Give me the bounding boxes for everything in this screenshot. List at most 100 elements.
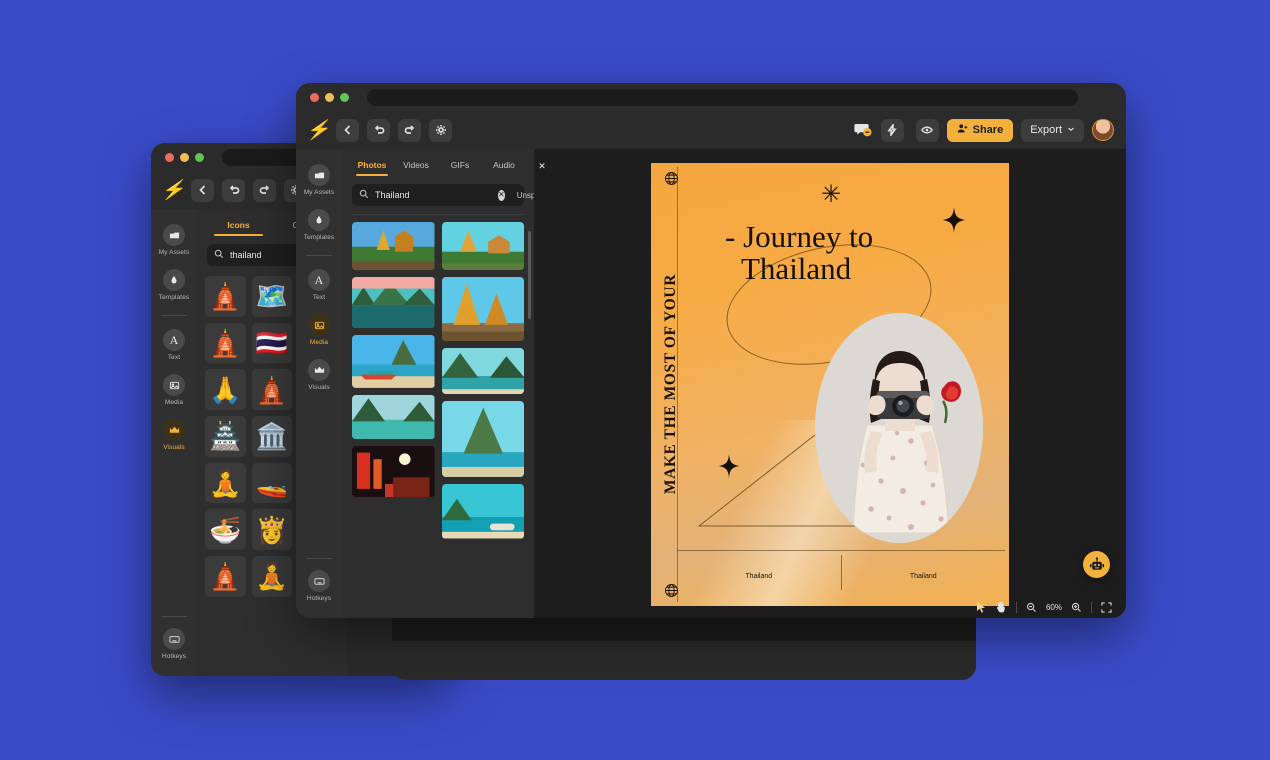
maximize-window-button[interactable] [340, 93, 349, 102]
traffic-lights[interactable] [310, 93, 349, 102]
model-photo[interactable] [815, 313, 983, 543]
undo-button[interactable] [222, 179, 245, 202]
sidebar-item-text[interactable]: A Text [152, 324, 196, 367]
back-sidebar-rail[interactable]: My Assets Templates A Text Media [151, 209, 197, 676]
folder-icon [163, 224, 185, 246]
photo-thumbnail[interactable] [442, 222, 525, 270]
icon-result[interactable]: 🛕 [252, 369, 293, 410]
zoom-level-label[interactable]: 60% [1046, 603, 1062, 612]
zoom-out-icon[interactable] [1026, 602, 1037, 613]
zoom-in-icon[interactable] [1071, 602, 1082, 613]
tab-videos[interactable]: Videos [394, 155, 438, 176]
poster-title[interactable]: - Journey to Thailand [725, 221, 955, 285]
text-a-icon: A [163, 329, 185, 351]
sidebar-item-templates[interactable]: Templates [297, 204, 341, 247]
sidebar-item-text[interactable]: A Text [297, 264, 341, 307]
media-search-input[interactable] [375, 190, 492, 200]
icon-result[interactable]: 🇹🇭 [252, 323, 293, 364]
photo-thumbnail[interactable] [442, 348, 525, 394]
sidebar-label: My Assets [304, 189, 335, 196]
sidebar-item-hotkeys[interactable]: Hotkeys [297, 565, 341, 608]
icon-result[interactable]: 🚤 [252, 463, 293, 504]
rail-divider-bottom [161, 616, 187, 617]
photo-thumbnail[interactable] [352, 222, 435, 270]
icon-result[interactable]: 🗺️ [252, 276, 293, 317]
tab-photos[interactable]: Photos [350, 155, 394, 176]
tab-audio[interactable]: Audio [482, 155, 526, 176]
export-button[interactable]: Export [1021, 119, 1084, 142]
panel-scrollbar[interactable] [528, 231, 531, 319]
design-editor-window[interactable]: ⚡ Shar [296, 83, 1126, 618]
photo-thumbnail[interactable] [442, 277, 525, 341]
photo-thumbnail[interactable] [442, 401, 525, 477]
icon-result[interactable]: 🏯 [205, 416, 246, 457]
minimize-window-button[interactable] [325, 93, 334, 102]
cursor-icon[interactable] [976, 601, 986, 613]
traffic-lights[interactable] [165, 153, 204, 162]
photo-thumbnail[interactable] [352, 277, 435, 328]
canvas-area[interactable]: MAKE THE MOST OF YOUR ✳ [534, 149, 1126, 618]
comment-icon[interactable] [853, 120, 873, 140]
sidebar-item-visuals[interactable]: Visuals [297, 354, 341, 397]
settings-button[interactable] [429, 119, 452, 142]
folder-icon [308, 164, 330, 186]
close-window-button[interactable] [165, 153, 174, 162]
sidebar-item-hotkeys[interactable]: Hotkeys [152, 623, 196, 666]
sidebar-item-media[interactable]: Media [152, 369, 196, 412]
share-button[interactable]: Share [947, 119, 1014, 142]
photo-results-grid[interactable] [352, 222, 524, 539]
icon-result[interactable]: 🛕 [205, 323, 246, 364]
close-panel-button[interactable]: ✕ [534, 151, 550, 181]
sidebar-item-my-assets[interactable]: My Assets [297, 159, 341, 202]
fullscreen-icon[interactable] [1101, 602, 1112, 613]
user-avatar[interactable] [1092, 119, 1114, 141]
tab-gifs[interactable]: GIFs [438, 155, 482, 176]
sidebar-label: Text [313, 294, 325, 301]
photo-thumbnail[interactable] [442, 484, 525, 538]
address-bar[interactable] [367, 89, 1078, 106]
media-search-row[interactable]: ✕ Unsplash [352, 184, 524, 206]
icon-result[interactable]: 🛕 [205, 276, 246, 317]
hand-icon[interactable] [995, 601, 1007, 613]
sidebar-label: Visuals [163, 444, 185, 451]
photo-results-area[interactable] [342, 215, 534, 618]
media-panel-tabs[interactable]: Photos Videos GIFs Audio [342, 149, 534, 176]
undo-button[interactable] [367, 119, 390, 142]
icon-result[interactable]: 🧘 [252, 556, 293, 597]
tab-icons[interactable]: Icons [205, 215, 272, 236]
redo-button[interactable] [253, 179, 276, 202]
chevron-down-icon [1067, 124, 1075, 136]
poster-footer: Thailand Thailand [677, 550, 1005, 602]
sidebar-item-visuals[interactable]: Visuals [152, 414, 196, 457]
icon-result[interactable]: 🛕 [205, 556, 246, 597]
preview-eye-button[interactable] [916, 119, 939, 142]
sidebar-item-templates[interactable]: Templates [152, 264, 196, 307]
app-logo-icon[interactable]: ⚡ [308, 120, 328, 140]
rail-divider [306, 255, 332, 256]
sidebar-item-media[interactable]: Media [297, 309, 341, 352]
photo-thumbnail[interactable] [352, 446, 435, 497]
icon-result[interactable]: 👸 [252, 509, 293, 550]
icon-result[interactable]: 🍜 [205, 509, 246, 550]
icon-result[interactable]: 🏛️ [252, 416, 293, 457]
droplet-icon [163, 269, 185, 291]
minimize-window-button[interactable] [180, 153, 189, 162]
app-logo-icon[interactable]: ⚡ [163, 180, 183, 200]
droplet-icon [308, 209, 330, 231]
bolt-button[interactable] [881, 119, 904, 142]
photo-thumbnail[interactable] [352, 335, 435, 388]
photo-thumbnail[interactable] [352, 395, 435, 440]
back-button[interactable] [191, 179, 214, 202]
sidebar-item-my-assets[interactable]: My Assets [152, 219, 196, 262]
icon-result[interactable]: 🙏 [205, 369, 246, 410]
sidebar-label: Media [310, 339, 328, 346]
maximize-window-button[interactable] [195, 153, 204, 162]
editor-sidebar-rail[interactable]: My Assets Templates A Text Media [296, 149, 342, 618]
clear-search-button[interactable]: ✕ [498, 190, 505, 201]
poster-design[interactable]: MAKE THE MOST OF YOUR ✳ [651, 163, 1009, 606]
ai-assistant-button[interactable] [1083, 551, 1110, 578]
back-button[interactable] [336, 119, 359, 142]
close-window-button[interactable] [310, 93, 319, 102]
icon-result[interactable]: 🧘 [205, 463, 246, 504]
redo-button[interactable] [398, 119, 421, 142]
